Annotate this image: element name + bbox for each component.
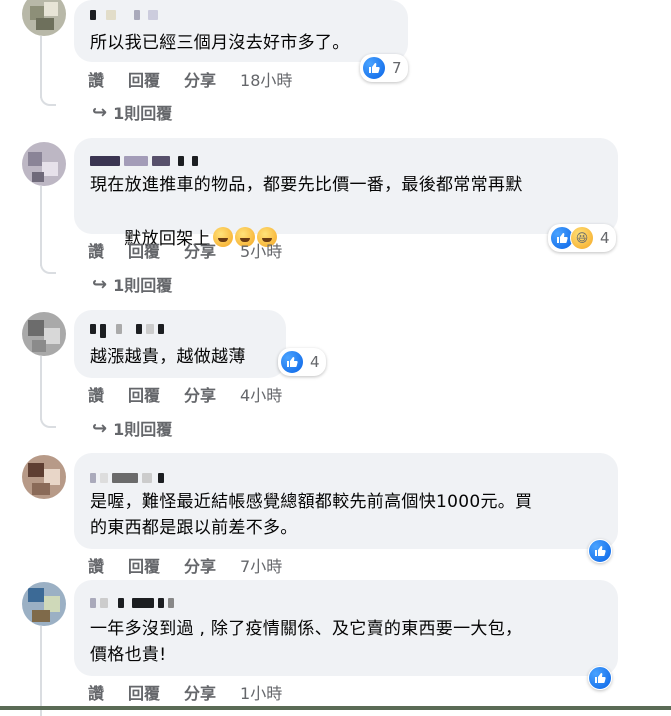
- comment-bubble: 一年多沒到過 , 除了疫情關係、及它賣的東西要一大包， 價格也貴!: [74, 580, 618, 676]
- timestamp[interactable]: 7小時: [240, 553, 282, 577]
- reaction-count: 4: [310, 353, 320, 371]
- reply-button[interactable]: 回覆: [128, 680, 160, 704]
- reply-button[interactable]: 回覆: [128, 553, 160, 577]
- reply-arrow-icon: ↪: [92, 417, 108, 439]
- thread-connector: [40, 258, 56, 274]
- avatar[interactable]: [22, 0, 66, 36]
- avatar[interactable]: [22, 312, 66, 356]
- like-icon[interactable]: [588, 666, 612, 690]
- comment-text-line-1: 一年多沒到過 , 除了疫情關係、及它賣的東西要一大包，: [90, 619, 523, 639]
- thread-line: [40, 626, 42, 716]
- view-replies-label: 1則回覆: [113, 104, 173, 123]
- view-replies-link[interactable]: ↪ 1則回覆: [92, 272, 172, 296]
- timestamp[interactable]: 4小時: [240, 382, 282, 406]
- comment-actions: 讚 回覆 分享 18小時: [88, 67, 292, 91]
- haha-icon: 😆: [570, 226, 594, 250]
- like-icon[interactable]: [588, 539, 612, 563]
- like-button[interactable]: 讚: [88, 67, 104, 91]
- reaction-count: 7: [392, 59, 402, 77]
- timestamp[interactable]: 5小時: [240, 238, 282, 262]
- like-button[interactable]: 讚: [88, 680, 104, 704]
- bottom-divider: [0, 706, 671, 710]
- thread-line: [40, 356, 42, 420]
- share-button[interactable]: 分享: [184, 680, 216, 704]
- reply-button[interactable]: 回覆: [128, 67, 160, 91]
- timestamp[interactable]: 18小時: [240, 67, 292, 91]
- like-icon: [280, 350, 304, 374]
- reaction-summary[interactable]: 4: [278, 348, 326, 376]
- like-button[interactable]: 讚: [88, 382, 104, 406]
- avatar[interactable]: [22, 142, 66, 186]
- comment-text-line-2: 的東西都是跟以前差不多。: [90, 518, 298, 538]
- reaction-summary[interactable]: 7: [360, 54, 408, 82]
- reply-arrow-icon: ↪: [92, 273, 108, 295]
- reply-button[interactable]: 回覆: [128, 238, 160, 262]
- comment-text-line-1: 現在放進推車的物品，都要先比價一番，最後都常常再默: [90, 175, 523, 195]
- share-button[interactable]: 分享: [184, 553, 216, 577]
- comment-bubble: 越漲越貴，越做越薄: [74, 310, 286, 378]
- avatar[interactable]: [22, 455, 66, 499]
- timestamp[interactable]: 1小時: [240, 680, 282, 704]
- view-replies-link[interactable]: ↪ 1則回覆: [92, 100, 172, 124]
- thread-connector: [40, 412, 56, 428]
- reaction-count: 4: [600, 229, 610, 247]
- like-icon: [362, 56, 386, 80]
- reaction-summary[interactable]: 😆 4: [548, 224, 616, 252]
- thread-line: [40, 186, 42, 266]
- comment-text-line-2: 價格也貴!: [90, 645, 167, 665]
- comment-text-line-1: 是喔，難怪最近結帳感覺總額都較先前高個快1000元。買: [90, 492, 533, 512]
- comment-bubble: 所以我已經三個月沒去好市多了。: [74, 0, 408, 62]
- avatar[interactable]: [22, 582, 66, 626]
- like-button[interactable]: 讚: [88, 238, 104, 262]
- thread-connector: [40, 90, 56, 106]
- comment-text: 越漲越貴，越做越薄: [90, 347, 246, 367]
- comment-actions: 讚 回覆 分享 5小時: [88, 238, 282, 262]
- comment-actions: 讚 回覆 分享 1小時: [88, 680, 282, 704]
- like-button[interactable]: 讚: [88, 553, 104, 577]
- view-replies-link[interactable]: ↪ 1則回覆: [92, 416, 172, 440]
- comment-text: 所以我已經三個月沒去好市多了。: [90, 33, 350, 53]
- thread-line: [40, 36, 42, 98]
- view-replies-label: 1則回覆: [113, 276, 173, 295]
- view-replies-label: 1則回覆: [113, 420, 173, 439]
- reply-arrow-icon: ↪: [92, 101, 108, 123]
- comment-actions: 讚 回覆 分享 7小時: [88, 553, 282, 577]
- reply-button[interactable]: 回覆: [128, 382, 160, 406]
- share-button[interactable]: 分享: [184, 382, 216, 406]
- share-button[interactable]: 分享: [184, 67, 216, 91]
- share-button[interactable]: 分享: [184, 238, 216, 262]
- comment-bubble: 現在放進推車的物品，都要先比價一番，最後都常常再默 默放回架上: [74, 138, 618, 249]
- comment-bubble: 是喔，難怪最近結帳感覺總額都較先前高個快1000元。買 的東西都是跟以前差不多。: [74, 453, 618, 549]
- comment-actions: 讚 回覆 分享 4小時: [88, 382, 282, 406]
